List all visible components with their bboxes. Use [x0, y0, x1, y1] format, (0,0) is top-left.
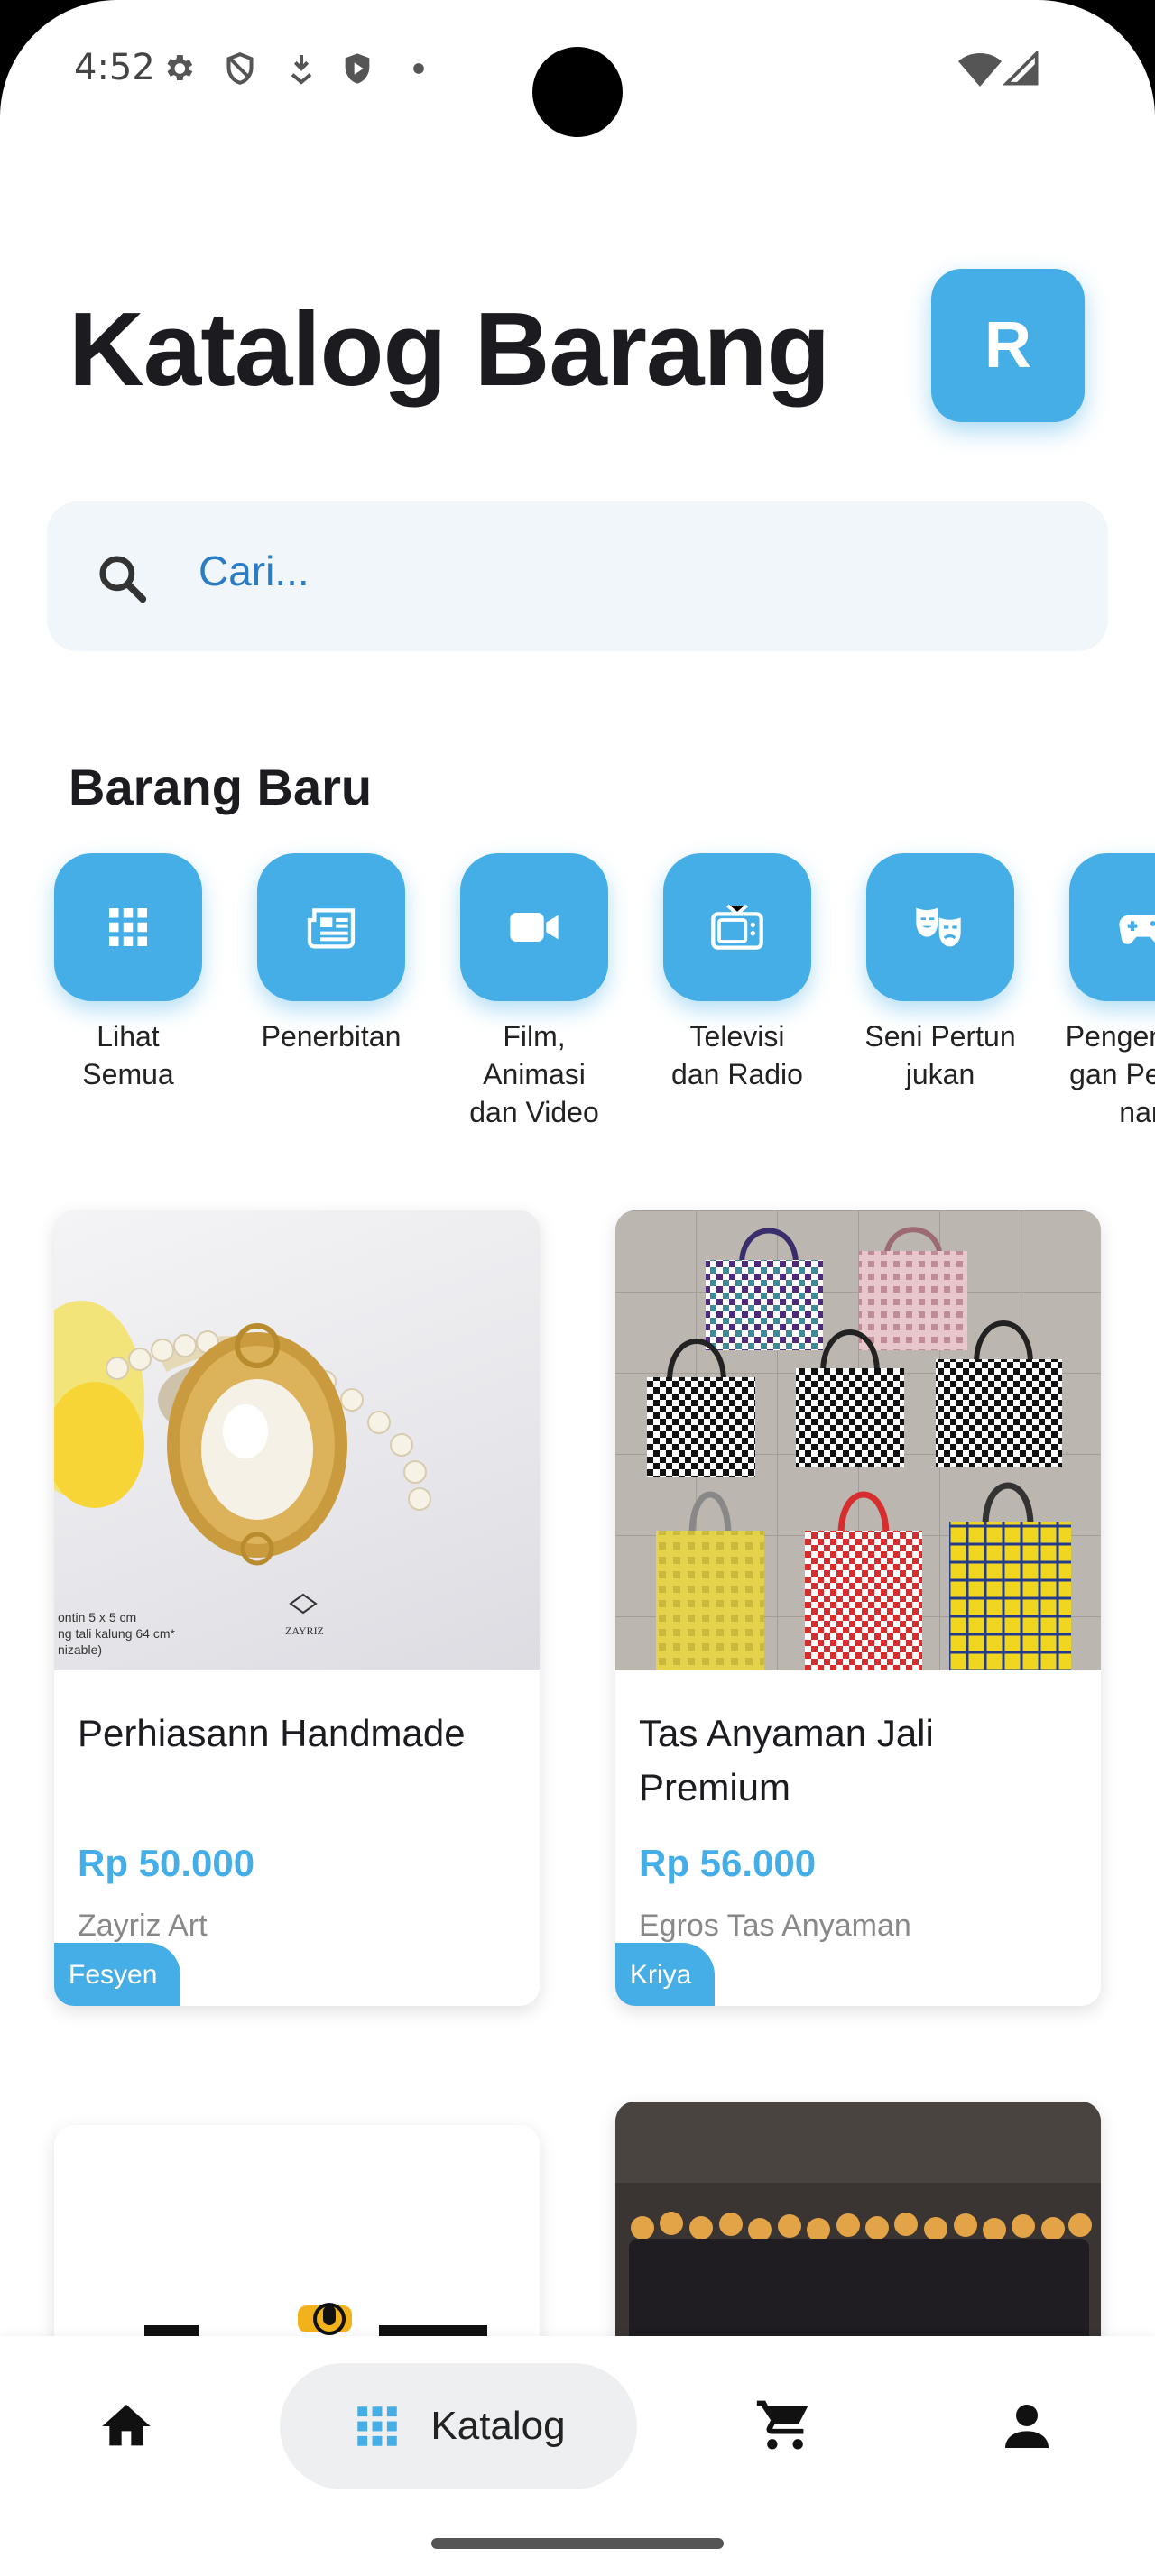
person-icon [1005, 2405, 1049, 2448]
category-label: Televisi dan Radio [671, 1020, 803, 1090]
avatar[interactable]: R [931, 269, 1085, 422]
phone-screen: 4:52 Katalog Barang R Barang Baru [0, 0, 1155, 2576]
product-image[interactable] [615, 1210, 1101, 1670]
category-permainan[interactable]: Pengembangan Permainan [1053, 853, 1155, 1131]
section-title: Barang Baru [69, 759, 373, 815]
dot-icon [413, 63, 424, 74]
product-price: Rp 50.000 [78, 1842, 255, 1884]
product-image[interactable]: ontin 5 x 5 cm ng tali kalung 64 cm* niz… [54, 1210, 540, 1670]
category-label: Lihat Semua [82, 1020, 174, 1090]
jewelry-photo: ontin 5 x 5 cm ng tali kalung 64 cm* niz… [54, 1301, 431, 1657]
category-tag: Fesyen [54, 1943, 181, 2006]
category-label: Seni Pertunjukan [864, 1020, 1016, 1090]
category-lihat-semua[interactable]: Lihat Semua [38, 853, 218, 1093]
nav-profile[interactable] [973, 2363, 1081, 2489]
theater-masks-icon [916, 907, 961, 947]
shield-icon [226, 52, 254, 85]
category-televisi[interactable]: Televisi dan Radio [647, 853, 827, 1093]
gamepad-icon [1119, 915, 1155, 944]
category-button[interactable] [257, 853, 405, 1001]
tv-icon [711, 904, 763, 950]
product-card[interactable]: Tas Anyaman Jali Premium Rp 56.000 Egros… [615, 1210, 1101, 2006]
download-icon [291, 55, 312, 85]
category-seni[interactable]: Seni Pertunjukan [850, 853, 1030, 1093]
grid-icon [109, 908, 147, 946]
nav-label: Katalog [430, 2404, 566, 2448]
product-name: Tas Anyaman Jali Premium [639, 1712, 934, 1808]
category-label: Film, Animasi dan Video [469, 1020, 599, 1128]
search-icon [99, 556, 147, 603]
category-film[interactable]: Film, Animasi dan Video [444, 853, 624, 1131]
bottom-nav: Katalog [0, 2336, 1155, 2576]
svg-text:ontin 5 x 5 cm: ontin 5 x 5 cm [58, 1610, 136, 1624]
search-input[interactable] [197, 534, 1067, 608]
category-button[interactable] [460, 853, 608, 1001]
product-seller: Egros Tas Anyaman [639, 1909, 911, 1943]
product-name: Perhiasann Handmade [78, 1712, 466, 1754]
category-tag: Kriya [615, 1943, 716, 2006]
category-button[interactable] [866, 853, 1014, 1001]
category-button[interactable] [663, 853, 811, 1001]
status-time: 4:52 [74, 47, 155, 88]
video-camera-icon [510, 913, 559, 942]
cart-icon [756, 2400, 808, 2450]
nav-katalog[interactable]: Katalog [280, 2363, 637, 2489]
svg-text:ZAYRIZ: ZAYRIZ [285, 1624, 324, 1637]
product-seller: Zayriz Art [78, 1909, 208, 1943]
nav-cart[interactable] [731, 2363, 839, 2489]
settings-icon [167, 55, 193, 80]
signal-icon [1003, 51, 1039, 86]
home-icon [102, 2405, 151, 2446]
search-bar[interactable] [47, 501, 1108, 651]
newspaper-icon [307, 908, 356, 949]
nav-home[interactable] [72, 2363, 180, 2489]
svg-text:nizable): nizable) [58, 1642, 102, 1657]
category-button[interactable] [1069, 853, 1155, 1001]
play-protect-icon [345, 53, 370, 84]
gesture-home-bar[interactable] [431, 2538, 724, 2549]
category-button[interactable] [54, 853, 202, 1001]
svg-text:ng tali kalung 64 cm*: ng tali kalung 64 cm* [58, 1626, 176, 1641]
bags-photo [615, 1210, 1101, 1670]
camera-cutout [532, 47, 623, 137]
category-penerbitan[interactable]: Penerbitan [241, 853, 421, 1055]
product-price: Rp 56.000 [639, 1842, 817, 1884]
category-label: Penerbitan [261, 1020, 402, 1053]
grid-icon [357, 2406, 398, 2446]
category-label: Pengembangan Permainan [1065, 1020, 1155, 1128]
wifi-icon [958, 53, 1002, 87]
page-title: Katalog Barang [69, 290, 830, 408]
product-card[interactable]: ontin 5 x 5 cm ng tali kalung 64 cm* niz… [54, 1210, 540, 2006]
